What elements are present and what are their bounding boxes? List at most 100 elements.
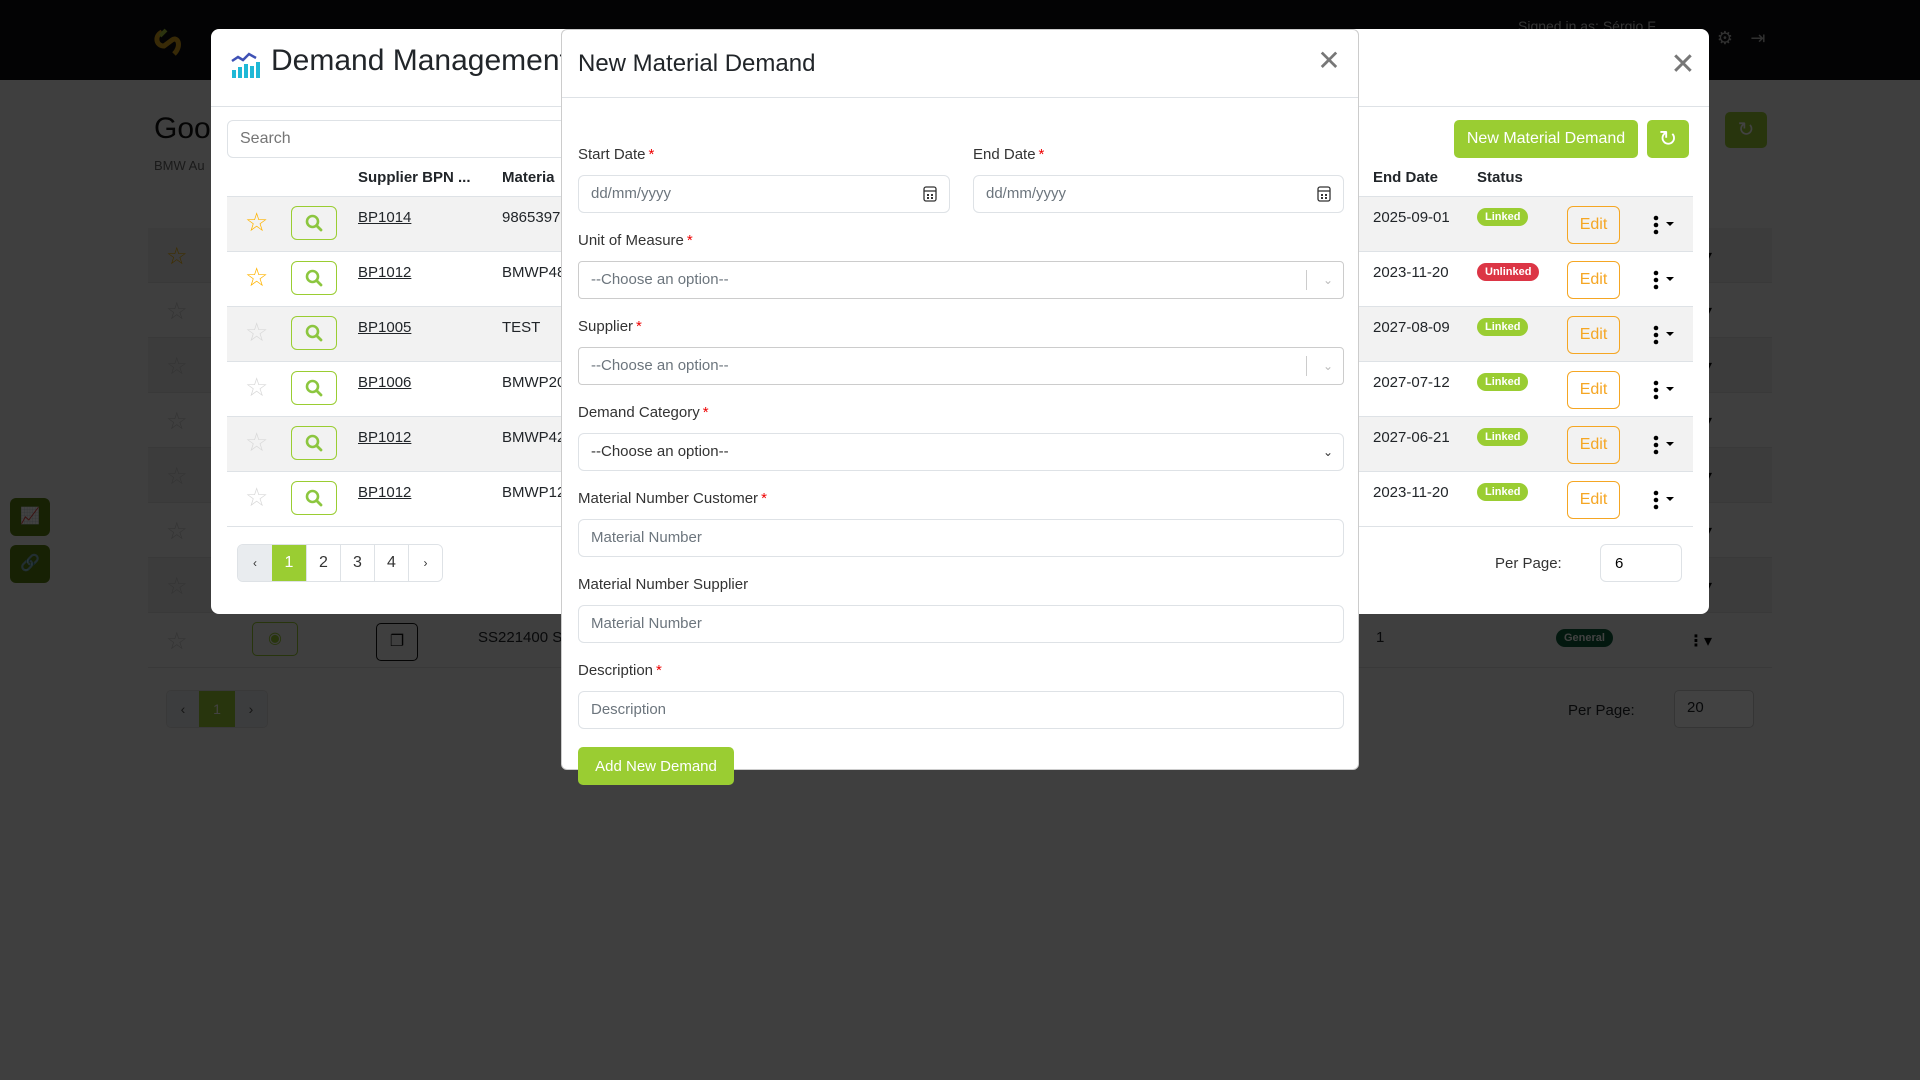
page-button-4[interactable]: 4 [374, 545, 408, 581]
kebab-menu-icon[interactable] [1650, 268, 1684, 292]
start-date-label: Start Date * [578, 146, 654, 163]
kebab-menu-icon[interactable] [1650, 488, 1684, 512]
view-details-button[interactable] [291, 426, 337, 460]
required-marker: * [648, 146, 655, 163]
status-badge: Linked [1477, 483, 1529, 501]
label-text: Description [578, 662, 654, 679]
kebab-menu-icon[interactable] [1650, 433, 1684, 457]
edit-button[interactable]: Edit [1567, 206, 1620, 244]
calendar-icon[interactable] [1317, 186, 1331, 202]
page-button-3[interactable]: 3 [340, 545, 374, 581]
star-icon[interactable]: ☆ [245, 482, 268, 512]
end-date-label: End Date * [973, 146, 1044, 163]
refresh-button[interactable]: ↻ [1647, 120, 1689, 158]
material-number-customer-input[interactable]: Material Number [578, 519, 1344, 557]
select-separator [1306, 356, 1307, 376]
supplier-bpn-link[interactable]: BP1006 [358, 374, 411, 391]
material-cell: TEST [502, 319, 541, 336]
date-placeholder: dd/mm/yyyy [591, 185, 672, 202]
refresh-icon: ↻ [1658, 126, 1678, 151]
modal-title: New Material Demand [578, 50, 816, 77]
prev-page-button[interactable]: ‹ [238, 545, 272, 581]
end-date-cell: 2027-07-12 [1373, 374, 1450, 391]
end-date-cell: 2023-11-20 [1373, 484, 1449, 501]
status-badge: Linked [1477, 428, 1529, 446]
edit-button[interactable]: Edit [1567, 371, 1620, 409]
select-value: --Choose an option-- [591, 271, 729, 288]
close-icon[interactable]: ✕ [1314, 46, 1344, 76]
chevron-down-icon[interactable]: ⌄ [1323, 434, 1333, 470]
supplier-bpn-link[interactable]: BP1012 [358, 429, 411, 446]
required-marker: * [1038, 146, 1045, 163]
description-label: Description * [578, 662, 662, 679]
new-material-demand-modal: New Material Demand ✕ Start Date * dd/mm/… [561, 29, 1359, 785]
calendar-icon[interactable] [923, 186, 937, 202]
supplier-bpn-link[interactable]: BP1005 [358, 319, 411, 336]
view-details-button[interactable] [291, 261, 337, 295]
end-date-cell: 2027-06-21 [1373, 429, 1450, 446]
supplier-bpn-link[interactable]: BP1014 [358, 209, 411, 226]
column-header-status[interactable]: Status [1477, 169, 1523, 186]
supplier-bpn-link[interactable]: BP1012 [358, 264, 411, 281]
material-number-supplier-label: Material Number Supplier [578, 576, 748, 593]
label-text: End Date [973, 146, 1036, 163]
edit-button[interactable]: Edit [1567, 316, 1620, 354]
edit-button[interactable]: Edit [1567, 261, 1620, 299]
modal-header: New Material Demand ✕ [562, 30, 1358, 98]
label-text: Start Date [578, 146, 646, 163]
status-badge: Unlinked [1477, 263, 1540, 281]
required-marker: * [636, 318, 642, 335]
material-number-customer-label: Material Number Customer * [578, 490, 767, 507]
material-number-supplier-input[interactable]: Material Number [578, 605, 1344, 643]
page-button-1[interactable]: 1 [272, 545, 306, 581]
per-page-input[interactable] [1600, 544, 1682, 582]
description-input[interactable]: Description [578, 691, 1344, 729]
view-details-button[interactable] [291, 316, 337, 350]
chevron-down-icon[interactable]: ⌄ [1323, 348, 1333, 384]
column-header-supplier-bpn[interactable]: Supplier BPN ... [358, 169, 471, 186]
star-icon[interactable]: ☆ [245, 372, 268, 402]
chevron-down-icon[interactable]: ⌄ [1323, 262, 1333, 298]
input-placeholder: Material Number [591, 615, 702, 632]
input-placeholder: Material Number [591, 529, 702, 546]
input-placeholder: Description [591, 701, 667, 718]
star-icon[interactable]: ☆ [245, 317, 268, 347]
view-details-button[interactable] [291, 481, 337, 515]
edit-button[interactable]: Edit [1567, 426, 1620, 464]
kebab-menu-icon[interactable] [1650, 378, 1684, 402]
page-button-2[interactable]: 2 [306, 545, 340, 581]
star-icon[interactable]: ☆ [245, 262, 268, 292]
kebab-menu-icon[interactable] [1650, 213, 1684, 237]
end-date-input[interactable]: dd/mm/yyyy [973, 175, 1344, 213]
add-new-demand-button[interactable]: Add New Demand [578, 747, 734, 785]
pagination: ‹ 1 2 3 4 › [237, 544, 443, 582]
search-icon [305, 324, 323, 342]
column-header-material[interactable]: Materia [502, 169, 555, 186]
next-page-button[interactable]: › [408, 545, 442, 581]
material-cell: BMWP20 [502, 374, 562, 391]
supplier-select[interactable]: --Choose an option-- ⌄ [578, 347, 1344, 385]
view-details-button[interactable] [291, 371, 337, 405]
start-date-input[interactable]: dd/mm/yyyy [578, 175, 950, 213]
edit-button[interactable]: Edit [1567, 481, 1620, 519]
view-details-button[interactable] [291, 206, 337, 240]
label-text: Material Number Supplier [578, 576, 749, 593]
column-header-end-date[interactable]: End Date [1373, 169, 1438, 186]
close-icon[interactable]: ✕ [1669, 50, 1697, 80]
status-badge: Linked [1477, 373, 1529, 391]
label-text: Unit of Measure [578, 232, 684, 249]
demand-category-select[interactable]: --Choose an option-- ⌄ [578, 433, 1344, 471]
new-material-demand-button[interactable]: New Material Demand [1454, 120, 1638, 158]
per-page-label: Per Page: [1495, 555, 1562, 572]
search-icon [305, 214, 323, 232]
star-icon[interactable]: ☆ [245, 207, 268, 237]
star-icon[interactable]: ☆ [245, 427, 268, 457]
unit-of-measure-select[interactable]: --Choose an option-- ⌄ [578, 261, 1344, 299]
material-cell: BMWP12 [502, 484, 562, 501]
kebab-menu-icon[interactable] [1650, 323, 1684, 347]
date-placeholder: dd/mm/yyyy [986, 185, 1067, 202]
supplier-bpn-link[interactable]: BP1012 [358, 484, 411, 501]
end-date-cell: 2027-08-09 [1373, 319, 1450, 336]
label-text: Material Number Customer [578, 490, 759, 507]
material-cell: 9865397 [502, 209, 561, 226]
